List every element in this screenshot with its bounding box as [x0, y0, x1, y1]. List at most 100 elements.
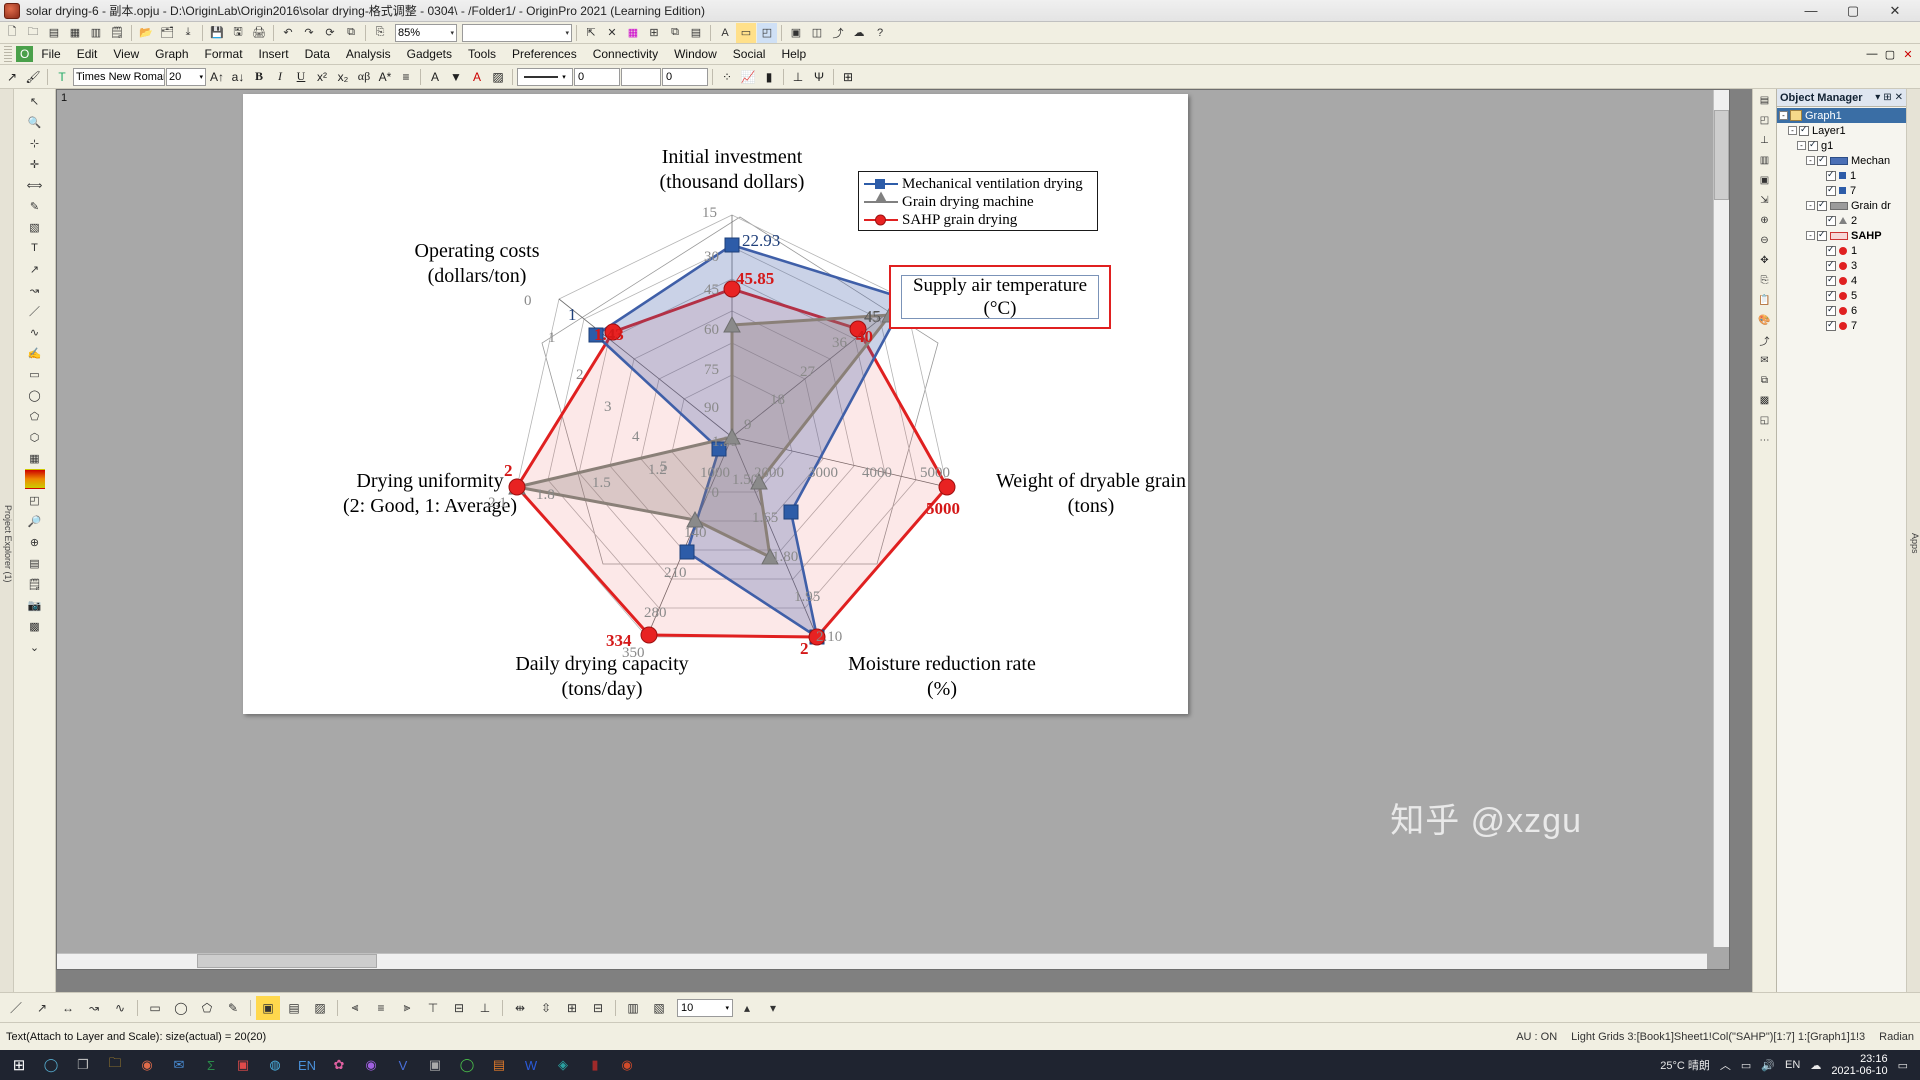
rescale-icon[interactable]: ⇱ [581, 23, 601, 43]
taskbar-app-mail[interactable]: ✉ [164, 1052, 194, 1078]
color-scale-icon[interactable]: ▭ [736, 22, 756, 43]
graph-page[interactable]: Initial investment (thousand dollars) Op… [243, 94, 1188, 714]
group-icon[interactable]: ⊞ [560, 996, 584, 1020]
spin-down-icon[interactable]: ▾ [761, 996, 785, 1020]
line-tool-icon[interactable]: ／ [4, 996, 28, 1020]
export-graph-icon[interactable]: ⤴ [1756, 331, 1774, 349]
taskbar-app-origin[interactable]: ◉ [132, 1052, 162, 1078]
help-icon[interactable]: ? [870, 23, 890, 43]
taskbar-app-last[interactable]: ◉ [612, 1052, 642, 1078]
new-matrix-icon[interactable]: ▦ [65, 23, 85, 43]
tree-expand-toggle[interactable]: - [1806, 231, 1815, 240]
text-tool-icon[interactable]: T [25, 238, 45, 258]
visibility-checkbox[interactable] [1817, 154, 1827, 166]
taskbar-app-word[interactable]: W [516, 1052, 546, 1078]
data-selector-icon[interactable]: ⟺ [25, 175, 45, 195]
scale-in-tool-icon[interactable]: 🔍 [25, 112, 45, 132]
color-palette-icon[interactable] [24, 469, 45, 489]
insert-graph-icon[interactable]: ▣ [786, 23, 806, 43]
pattern-icon[interactable]: ▨ [488, 67, 508, 87]
object-manager-row[interactable]: 1 [1777, 168, 1906, 183]
line-width-field[interactable]: 0 [574, 67, 620, 86]
font-size-combo[interactable]: 20 ▾ [166, 67, 206, 86]
taskbar-app-maroon[interactable]: ▮ [580, 1052, 610, 1078]
draw-data-icon[interactable]: ✎ [25, 196, 45, 216]
tree-expand-toggle[interactable]: - [1806, 201, 1815, 210]
visibility-checkbox[interactable] [1799, 124, 1809, 136]
close-button[interactable]: ✕ [1874, 0, 1916, 22]
rescale-axes-icon[interactable]: ⇲ [1756, 191, 1774, 209]
duplicate-layer-icon[interactable]: ⧉ [1756, 371, 1774, 389]
arrow-tool-icon[interactable]: ↗ [2, 67, 22, 87]
rectangle-icon[interactable]: ▭ [143, 996, 167, 1020]
arrow-tool-icon[interactable]: ↗ [25, 259, 45, 279]
plot-details-icon[interactable]: ▥ [1756, 151, 1774, 169]
taskbar-app-ime[interactable]: EN [292, 1052, 322, 1078]
speed-mode-icon[interactable]: ◰ [757, 22, 777, 43]
curve-arrow-icon[interactable]: ↝ [82, 996, 106, 1020]
column-plot-icon[interactable]: ▮ [759, 67, 779, 87]
zoom-combo[interactable]: 85% ▾ [395, 23, 457, 42]
transparency-field[interactable]: 0 [662, 67, 708, 86]
curved-arrow-icon[interactable]: ↝ [25, 280, 45, 300]
text-color-icon[interactable]: A [425, 67, 445, 87]
panel-menu-icon[interactable]: ▾ [1875, 92, 1880, 103]
tree-expand-toggle[interactable]: - [1806, 156, 1815, 165]
axis-dialog-icon[interactable]: ⊥ [1756, 131, 1774, 149]
paint-tool-icon[interactable]: 🖌 [23, 67, 43, 87]
duplicate-icon[interactable]: ⧉ [341, 23, 361, 43]
menu-item-preferences[interactable]: Preferences [504, 45, 585, 63]
print-icon[interactable]: 🖨 [249, 23, 269, 43]
copy-icon[interactable]: ⎘ [370, 23, 390, 43]
refresh-icon[interactable]: ⟳ [320, 23, 340, 43]
supply-air-temperature-callout[interactable]: Supply air temperature (°C) [889, 265, 1111, 329]
new-workbook-icon[interactable]: ▤ [44, 23, 64, 43]
visibility-checkbox[interactable] [1826, 319, 1836, 331]
visibility-checkbox[interactable] [1817, 199, 1827, 211]
undo-icon[interactable]: ↶ [278, 23, 298, 43]
menu-item-graph[interactable]: Graph [147, 45, 196, 63]
ime-icon[interactable]: EN [1785, 1059, 1800, 1071]
visibility-checkbox[interactable] [1826, 274, 1836, 286]
chevron-down-icon[interactable]: ▾ [725, 1004, 729, 1012]
distribute-h-icon[interactable]: ⇹ [508, 996, 532, 1020]
layer-icon[interactable]: ◰ [25, 490, 45, 510]
notifications-icon[interactable]: ▭ [1898, 1059, 1908, 1072]
tree-expand-toggle[interactable]: - [1788, 126, 1797, 135]
taskbar-app-explorer[interactable]: 🗀 [100, 1052, 130, 1078]
chevron-down-icon[interactable]: ⌄ [25, 637, 45, 657]
taskbar-app-purple[interactable]: ◉ [356, 1052, 386, 1078]
menu-item-analysis[interactable]: Analysis [338, 45, 399, 63]
menu-item-format[interactable]: Format [197, 45, 251, 63]
snapshot-icon[interactable]: 📷 [25, 595, 45, 615]
tree-expand-toggle[interactable]: - [1797, 141, 1806, 150]
stat-icon[interactable]: Ψ [809, 67, 829, 87]
menu-grip[interactable] [4, 46, 12, 62]
underline-button[interactable]: U [291, 67, 311, 87]
italic-button[interactable]: I [270, 67, 290, 87]
send-back-icon[interactable]: ▧ [647, 996, 671, 1020]
chevron-down-icon[interactable]: ▾ [447, 29, 454, 37]
menu-item-window[interactable]: Window [666, 45, 725, 63]
circle-tool-icon[interactable]: ◯ [25, 385, 45, 405]
visibility-checkbox[interactable] [1808, 139, 1818, 151]
scrollbar-thumb[interactable] [197, 954, 377, 968]
circle-icon[interactable]: ◯ [169, 996, 193, 1020]
visibility-checkbox[interactable] [1826, 169, 1836, 181]
graph-horizontal-scrollbar[interactable] [57, 953, 1707, 969]
taskbar-app-excel[interactable]: Σ [196, 1052, 226, 1078]
object-manager-row[interactable]: 1 [1777, 243, 1906, 258]
save-template-icon[interactable]: 🖫 [228, 23, 248, 43]
object-manager-row[interactable]: - g1 [1777, 138, 1906, 153]
taskbar-app-red[interactable]: ▣ [228, 1052, 258, 1078]
menu-item-edit[interactable]: Edit [69, 45, 106, 63]
menu-item-insert[interactable]: Insert [251, 45, 297, 63]
extract-graph-icon[interactable]: ⊞ [644, 23, 664, 43]
mdi-restore-button[interactable]: ▢ [1882, 46, 1898, 62]
tree-expand-toggle[interactable]: - [1779, 111, 1788, 120]
font-family-combo[interactable]: Times New Roman ▾ [73, 67, 165, 86]
font-color-icon[interactable]: A [467, 67, 487, 87]
polyline-icon[interactable]: ∿ [108, 996, 132, 1020]
menu-item-social[interactable]: Social [725, 45, 774, 63]
data-reader-icon[interactable]: ⊹ [25, 133, 45, 153]
